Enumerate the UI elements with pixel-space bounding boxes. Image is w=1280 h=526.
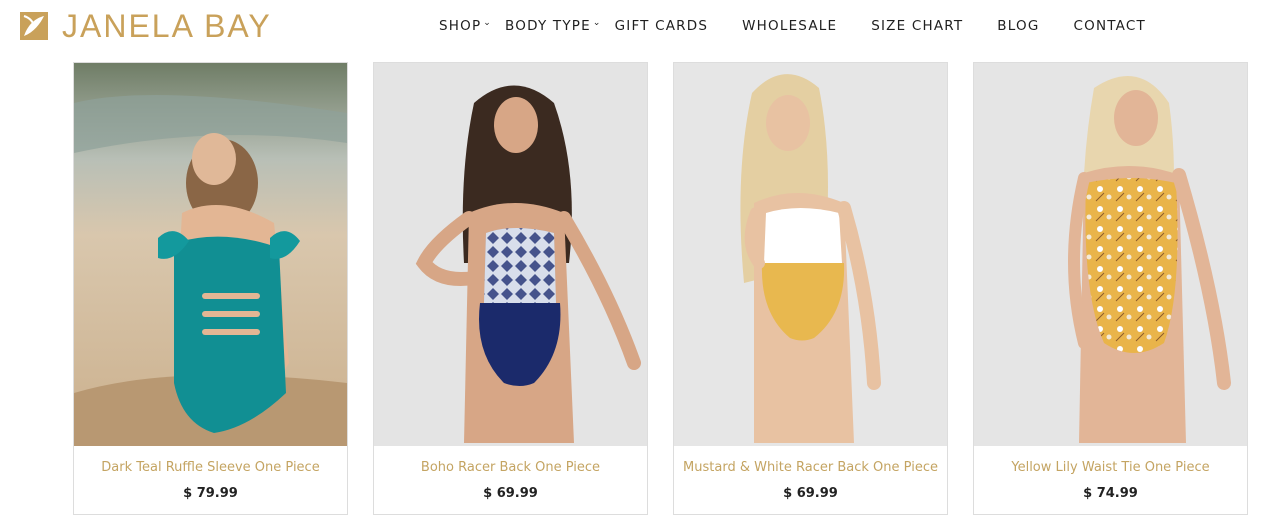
nav-blog[interactable]: BLOG [997,18,1039,34]
nav-body-type-label: BODY TYPE [505,18,591,34]
product-card[interactable]: Boho Racer Back One Piece $ 69.99 [373,62,648,515]
nav-shop[interactable]: SHOP ⌄ [439,18,492,34]
product-price: $ 74.99 [1083,486,1138,501]
product-card[interactable]: Dark Teal Ruffle Sleeve One Piece $ 79.9… [73,62,348,515]
product-title[interactable]: Dark Teal Ruffle Sleeve One Piece [74,460,347,475]
nav-wholesale[interactable]: WHOLESALE [742,18,837,34]
product-card[interactable]: Mustard & White Racer Back One Piece $ 6… [673,62,948,515]
product-image[interactable] [674,63,947,446]
product-photo [74,63,347,446]
product-grid: Dark Teal Ruffle Sleeve One Piece $ 79.9… [73,62,1249,515]
logo[interactable]: JANELA BAY [20,8,272,44]
main-nav: SHOP ⌄ BODY TYPE ⌄ GIFT CARDS WHOLESALE … [439,18,1146,34]
product-title[interactable]: Yellow Lily Waist Tie One Piece [974,460,1247,475]
product-title[interactable]: Boho Racer Back One Piece [374,460,647,475]
product-price: $ 79.99 [183,486,238,501]
product-title[interactable]: Mustard & White Racer Back One Piece [674,460,947,475]
nav-size-chart[interactable]: SIZE CHART [871,18,963,34]
product-card[interactable]: Yellow Lily Waist Tie One Piece $ 74.99 [973,62,1248,515]
nav-gift-cards-label: GIFT CARDS [614,18,709,34]
nav-contact-label: CONTACT [1073,18,1146,34]
product-image[interactable] [74,63,347,446]
product-photo [374,63,647,446]
product-image[interactable] [374,63,647,446]
nav-size-chart-label: SIZE CHART [871,18,964,34]
product-photo [974,63,1247,446]
chevron-down-icon: ⌄ [592,18,602,28]
brand-name: JANELA BAY [62,8,272,44]
nav-blog-label: BLOG [997,18,1040,34]
leaf-square-icon [20,12,48,40]
nav-body-type[interactable]: BODY TYPE ⌄ [505,18,602,34]
product-photo [674,63,947,446]
site-header: JANELA BAY SHOP ⌄ BODY TYPE ⌄ GIFT CARDS… [0,0,1280,56]
product-price: $ 69.99 [483,486,538,501]
nav-shop-label: SHOP [439,18,482,34]
chevron-down-icon: ⌄ [483,18,493,28]
product-image[interactable] [974,63,1247,446]
product-price: $ 69.99 [783,486,838,501]
nav-wholesale-label: WHOLESALE [742,18,838,34]
nav-gift-cards[interactable]: GIFT CARDS [615,18,709,34]
nav-contact[interactable]: CONTACT [1074,18,1146,34]
